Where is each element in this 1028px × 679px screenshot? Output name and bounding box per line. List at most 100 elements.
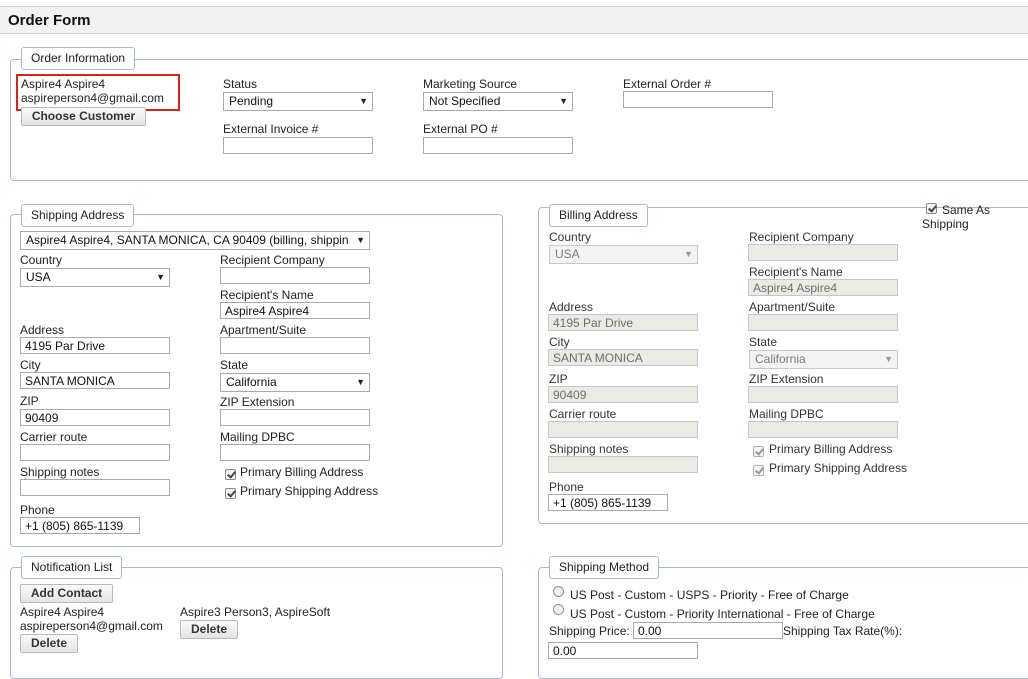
shipping-tax-rate-field[interactable]: 0.00 — [548, 642, 698, 659]
billing-phone-field[interactable]: +1 (805) 865-1139 — [548, 494, 668, 511]
billing-primary-shipping-label: Primary Shipping Address — [769, 461, 908, 475]
billing-state-select[interactable]: California ▼ — [749, 350, 898, 369]
page-header: Order Form — [0, 6, 1028, 34]
status-select[interactable]: Pending ▼ — [223, 92, 373, 111]
shipping-address-field[interactable]: 4195 Par Drive — [20, 337, 170, 354]
shipping-state-select[interactable]: California ▼ — [220, 373, 370, 392]
billing-country-label: Country — [549, 230, 592, 244]
status-value: Pending — [229, 94, 274, 108]
chevron-down-icon: ▼ — [684, 249, 693, 259]
shipping-recipient-company-field[interactable] — [220, 267, 370, 284]
shipping-country-select[interactable]: USA ▼ — [20, 268, 170, 287]
billing-address-label: Address — [549, 300, 594, 314]
billing-apt-label: Apartment/Suite — [749, 300, 836, 314]
shipping-address-label: Address — [20, 323, 65, 337]
billing-dpbc-label: Mailing DPBC — [749, 407, 824, 421]
shipping-method-panel — [538, 567, 1028, 679]
shipping-primary-shipping-label: Primary Shipping Address — [240, 484, 379, 498]
billing-country-select[interactable]: USA ▼ — [549, 245, 698, 264]
billing-city-field[interactable]: SANTA MONICA — [548, 349, 698, 366]
billing-address-legend: Billing Address — [549, 204, 648, 227]
billing-state-value: California — [755, 352, 806, 366]
external-order-label: External Order # — [623, 77, 712, 91]
external-po-label: External PO # — [423, 122, 498, 136]
chevron-down-icon: ▼ — [359, 96, 368, 106]
shipping-phone-field[interactable]: +1 (805) 865-1139 — [20, 517, 140, 534]
shipping-notes-label: Shipping notes — [20, 465, 100, 479]
contact-2-name: Aspire3 Person3, AspireSoft — [180, 605, 331, 619]
shipping-city-field[interactable]: SANTA MONICA — [20, 372, 170, 389]
chevron-down-icon: ▼ — [884, 354, 893, 364]
shipping-apt-field[interactable] — [220, 337, 370, 354]
order-information-legend: Order Information — [21, 47, 136, 70]
billing-notes-field[interactable] — [548, 456, 698, 473]
shipping-address-select[interactable]: Aspire4 Aspire4, SANTA MONICA, CA 90409 … — [20, 231, 370, 250]
chevron-down-icon: ▼ — [356, 235, 365, 245]
chevron-down-icon: ▼ — [356, 377, 365, 387]
billing-city-label: City — [549, 335, 570, 349]
delete-contact-1-button[interactable]: Delete — [20, 634, 78, 653]
shipping-option-1-radio[interactable] — [553, 586, 564, 597]
shipping-city-label: City — [20, 358, 41, 372]
shipping-recipient-name-field[interactable]: Aspire4 Aspire4 — [220, 302, 370, 319]
billing-primary-billing-label: Primary Billing Address — [769, 442, 893, 456]
shipping-notes-field[interactable] — [20, 479, 170, 496]
external-invoice-field[interactable] — [223, 137, 373, 154]
shipping-dpbc-label: Mailing DPBC — [220, 430, 295, 444]
contact-1-name: Aspire4 Aspire4 — [20, 605, 105, 619]
shipping-price-label: Shipping Price: — [549, 624, 630, 638]
billing-phone-label: Phone — [549, 480, 584, 494]
external-invoice-label: External Invoice # — [223, 122, 319, 136]
shipping-phone-label: Phone — [20, 503, 55, 517]
same-as-shipping-checkbox[interactable] — [926, 203, 937, 214]
delete-contact-2-button[interactable]: Delete — [180, 620, 238, 639]
notification-list-legend: Notification List — [21, 556, 123, 579]
chevron-down-icon: ▼ — [156, 272, 165, 282]
billing-address-field[interactable]: 4195 Par Drive — [548, 314, 698, 331]
external-order-field[interactable] — [623, 91, 773, 108]
shipping-primary-billing-checkbox[interactable] — [225, 469, 236, 480]
contact-1-email: aspireperson4@gmail.com — [20, 619, 163, 633]
same-as-shipping-label: Shipping — [922, 217, 969, 231]
status-label: Status — [223, 77, 258, 91]
billing-carrier-field[interactable] — [548, 421, 698, 438]
shipping-dpbc-field[interactable] — [220, 444, 370, 461]
billing-primary-shipping-checkbox[interactable] — [753, 465, 764, 476]
billing-recipient-company-field[interactable] — [748, 244, 898, 261]
billing-zip-field[interactable]: 90409 — [548, 386, 698, 403]
shipping-option-1-label: US Post - Custom - USPS - Priority - Fre… — [570, 588, 849, 602]
shipping-zip-ext-label: ZIP Extension — [220, 395, 295, 409]
billing-recipient-name-field[interactable]: Aspire4 Aspire4 — [748, 279, 898, 296]
chevron-down-icon: ▼ — [559, 96, 568, 106]
shipping-method-legend: Shipping Method — [549, 556, 660, 579]
choose-customer-button[interactable]: Choose Customer — [21, 107, 146, 126]
billing-zip-ext-field[interactable] — [748, 386, 898, 403]
shipping-primary-shipping-checkbox[interactable] — [225, 488, 236, 499]
shipping-recipient-name-label: Recipient's Name — [220, 288, 314, 302]
shipping-zip-ext-field[interactable] — [220, 409, 370, 426]
shipping-option-2-label: US Post - Custom - Priority Internationa… — [570, 607, 875, 621]
billing-primary-billing-checkbox[interactable] — [753, 446, 764, 457]
shipping-address-select-value: Aspire4 Aspire4, SANTA MONICA, CA 90409 … — [26, 233, 349, 247]
shipping-country-label: Country — [20, 253, 63, 267]
billing-country-value: USA — [555, 247, 580, 261]
shipping-carrier-field[interactable] — [20, 444, 170, 461]
customer-highlight — [16, 74, 180, 111]
add-contact-button[interactable]: Add Contact — [20, 584, 113, 603]
billing-carrier-label: Carrier route — [549, 407, 617, 421]
shipping-country-value: USA — [26, 270, 51, 284]
external-po-field[interactable] — [423, 137, 573, 154]
billing-state-label: State — [749, 335, 778, 349]
marketing-source-select[interactable]: Not Specified ▼ — [423, 92, 573, 111]
shipping-option-2-radio[interactable] — [553, 604, 564, 615]
billing-notes-label: Shipping notes — [549, 442, 629, 456]
shipping-state-label: State — [220, 358, 249, 372]
marketing-source-value: Not Specified — [429, 94, 501, 108]
page-title: Order Form — [8, 12, 91, 29]
shipping-price-field[interactable]: 0.00 — [633, 622, 783, 639]
shipping-zip-label: ZIP — [20, 394, 39, 408]
shipping-zip-field[interactable]: 90409 — [20, 409, 170, 426]
billing-dpbc-field[interactable] — [748, 421, 898, 438]
billing-apt-field[interactable] — [748, 314, 898, 331]
shipping-recipient-company-label: Recipient Company — [220, 253, 325, 267]
